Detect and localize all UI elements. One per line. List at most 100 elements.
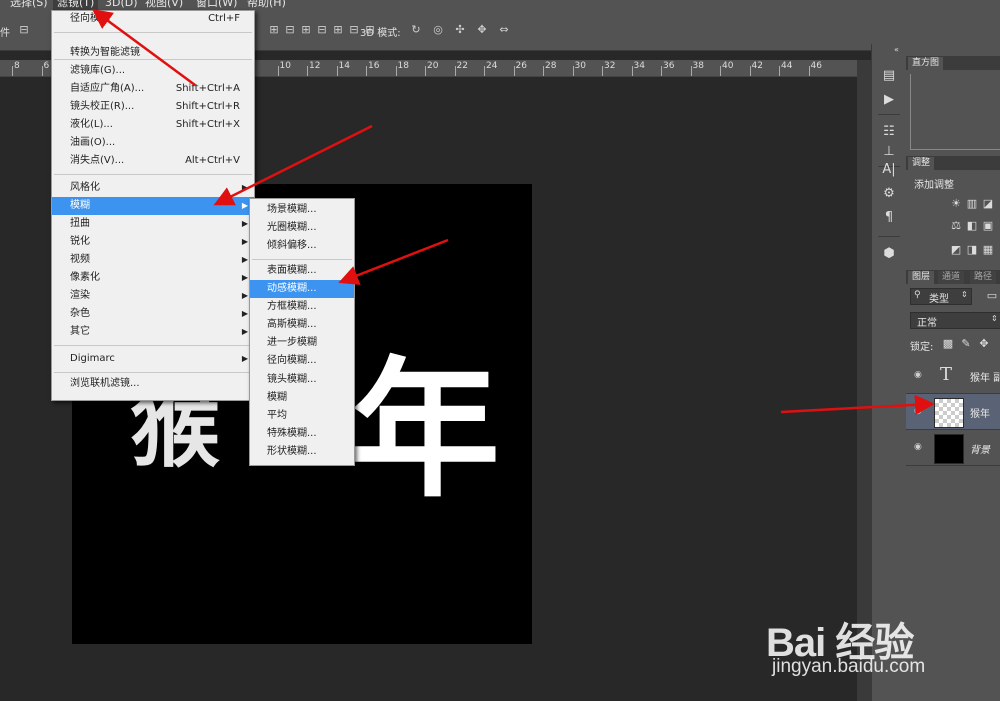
menu-window[interactable]: 窗口(W)	[192, 0, 241, 10]
menu-item-label: 平均	[267, 410, 287, 421]
menu-help[interactable]: 帮助(H)	[243, 0, 290, 10]
tab-histogram[interactable]: 直方图	[908, 57, 944, 70]
3d-scale-icon[interactable]: ⇔	[498, 24, 510, 36]
blur-submenu-item[interactable]: 径向模糊...	[250, 352, 354, 370]
menu-item-label: 液化(L)...	[70, 119, 113, 130]
blur-submenu-item[interactable]: 场景模糊...	[250, 201, 354, 219]
distribute-icon[interactable]: ⊞	[268, 24, 280, 36]
brush-settings-icon[interactable]: ☷	[881, 124, 897, 140]
brightness-icon[interactable]: ☀	[950, 198, 962, 210]
filter-menu-item[interactable]: 滤镜库(G)...	[52, 62, 254, 80]
blur-submenu-item[interactable]: 方框模糊...	[250, 298, 354, 316]
distribute-icon[interactable]: ⊞	[332, 24, 344, 36]
filter-menu-item[interactable]: 渲染 ▶	[52, 287, 254, 305]
blur-submenu-item[interactable]: 表面模糊...	[250, 262, 354, 280]
glyphs-icon[interactable]: ⚙	[881, 186, 897, 202]
levels-icon[interactable]: ▥	[966, 198, 978, 210]
balance-icon[interactable]: ⚖	[950, 220, 962, 232]
layer-row[interactable]: ◉ 背景	[906, 430, 1000, 466]
curves-icon[interactable]: ◪	[982, 198, 994, 210]
blur-submenu-item[interactable]: 进一步模糊	[250, 334, 354, 352]
ruler-label: 16	[368, 61, 380, 71]
blur-submenu-item[interactable]: 高斯模糊...	[250, 316, 354, 334]
gradient-map-icon[interactable]: ▦	[982, 244, 994, 256]
filter-menu-item[interactable]: 径向模糊 Ctrl+F	[52, 10, 254, 28]
blur-submenu-item[interactable]: 特殊模糊...	[250, 425, 354, 443]
blur-submenu-item[interactable]: 光圈模糊...	[250, 219, 354, 237]
menu-select[interactable]: 选择(S)	[6, 0, 52, 10]
filter-menu-item[interactable]: 杂色 ▶	[52, 305, 254, 323]
submenu-arrow-icon: ▶	[241, 273, 248, 282]
tab-layers[interactable]: 图层	[908, 271, 935, 284]
filter-menu-item[interactable]: 其它 ▶	[52, 323, 254, 341]
filter-menu-item[interactable]: 油画(O)...	[52, 134, 254, 152]
3d-cube-icon[interactable]: ⬢	[881, 246, 897, 262]
blur-submenu-item[interactable]: 镜头模糊...	[250, 371, 354, 389]
layer-row-selected[interactable]: ◉ 猴年	[906, 394, 1000, 430]
eye-icon[interactable]: ◉	[914, 442, 926, 452]
blend-mode-select[interactable]: 正常 ⇕	[910, 312, 1000, 329]
filter-menu-item[interactable]: 锐化 ▶	[52, 233, 254, 251]
menu-view[interactable]: 视图(V)	[141, 0, 187, 10]
clone-source-icon[interactable]: ⊥	[881, 144, 897, 160]
character-icon[interactable]: A|	[881, 162, 897, 178]
collapse-icon[interactable]: «	[894, 45, 899, 54]
3d-roll-icon[interactable]: ◎	[432, 24, 444, 36]
ruler-label: 26	[515, 61, 527, 71]
filter-menu-item[interactable]: 转换为智能滤镜	[52, 44, 254, 62]
menu-3d[interactable]: 3D(D)	[101, 0, 142, 10]
lock-paint-icon[interactable]: ✎	[960, 338, 972, 350]
eye-icon[interactable]: ◉	[914, 370, 926, 380]
blur-submenu-item[interactable]: 平均	[250, 407, 354, 425]
filter-menu-item[interactable]: 镜头校正(R)... Shift+Ctrl+R	[52, 98, 254, 116]
menu-item-label: 自适应广角(A)...	[70, 83, 145, 94]
3d-pan-icon[interactable]: ✣	[454, 24, 466, 36]
filter-menu-item[interactable]: Digimarc ▶	[52, 350, 254, 368]
filter-menu-item[interactable]: 液化(L)... Shift+Ctrl+X	[52, 116, 254, 134]
distribute-icon[interactable]: ⊟	[316, 24, 328, 36]
image-filter-icon[interactable]: ▭	[986, 290, 998, 302]
layer-row[interactable]: ◉ T 猴年 副	[906, 358, 1000, 394]
menu-item-label: 消失点(V)...	[70, 155, 125, 166]
eye-icon[interactable]: ◉	[914, 406, 926, 416]
black-white-icon[interactable]: ◧	[966, 220, 978, 232]
blur-submenu-item[interactable]: 形状模糊...	[250, 443, 354, 461]
filter-menu-item[interactable]: 视频 ▶	[52, 251, 254, 269]
paragraph-icon[interactable]: ¶	[881, 210, 897, 226]
filter-menu-item[interactable]: 自适应广角(A)... Shift+Ctrl+A	[52, 80, 254, 98]
ruler-label: 36	[663, 61, 675, 71]
menu-item-label: 镜头模糊...	[267, 374, 317, 385]
filter-menu-item[interactable]: 像素化 ▶	[52, 269, 254, 287]
distribute-icon[interactable]: ⊟	[348, 24, 360, 36]
filter-menu-item[interactable]: 扭曲 ▶	[52, 215, 254, 233]
filter-menu-item[interactable]: 浏览联机滤镜...	[52, 375, 254, 393]
blur-submenu-item[interactable]: 倾斜偏移...	[250, 237, 354, 255]
invert-icon[interactable]: ◩	[950, 244, 962, 256]
distribute-icon[interactable]: ⊞	[300, 24, 312, 36]
blur-submenu-item[interactable]: 动感模糊...	[250, 280, 354, 298]
photo-filter-icon[interactable]: ▣	[982, 220, 994, 232]
lock-move-icon[interactable]: ✥	[978, 338, 990, 350]
posterize-icon[interactable]: ◨	[966, 244, 978, 256]
menu-filter[interactable]: 滤镜(T)	[53, 0, 99, 10]
blur-submenu-item[interactable]: 模糊	[250, 389, 354, 407]
ruler-tick	[808, 66, 810, 76]
history-icon[interactable]: ▤	[881, 68, 897, 84]
menu-item-label: 镜头校正(R)...	[70, 101, 135, 112]
tab-paths[interactable]: 路径	[970, 271, 997, 284]
filter-menu-item[interactable]: 模糊 ▶	[52, 197, 254, 215]
add-adjustment-title: 添加调整	[914, 180, 954, 191]
align-icon[interactable]: ⊟	[18, 24, 30, 36]
3d-rotate-icon[interactable]: ↻	[410, 24, 422, 36]
menu-separator	[54, 345, 252, 346]
tab-channels[interactable]: 通道	[938, 271, 965, 284]
tab-adjustments[interactable]: 调整	[908, 157, 935, 170]
layer-filter-select[interactable]: ⚲ 类型 ⇕	[910, 288, 972, 305]
menu-item-label: 浏览联机滤镜...	[70, 378, 140, 389]
filter-menu-item[interactable]: 风格化 ▶	[52, 179, 254, 197]
distribute-icon[interactable]: ⊟	[284, 24, 296, 36]
filter-menu-item[interactable]: 消失点(V)... Alt+Ctrl+V	[52, 152, 254, 170]
play-action-icon[interactable]: ▶	[881, 92, 897, 108]
lock-transparent-icon[interactable]: ▩	[942, 338, 954, 350]
3d-slide-icon[interactable]: ✥	[476, 24, 488, 36]
